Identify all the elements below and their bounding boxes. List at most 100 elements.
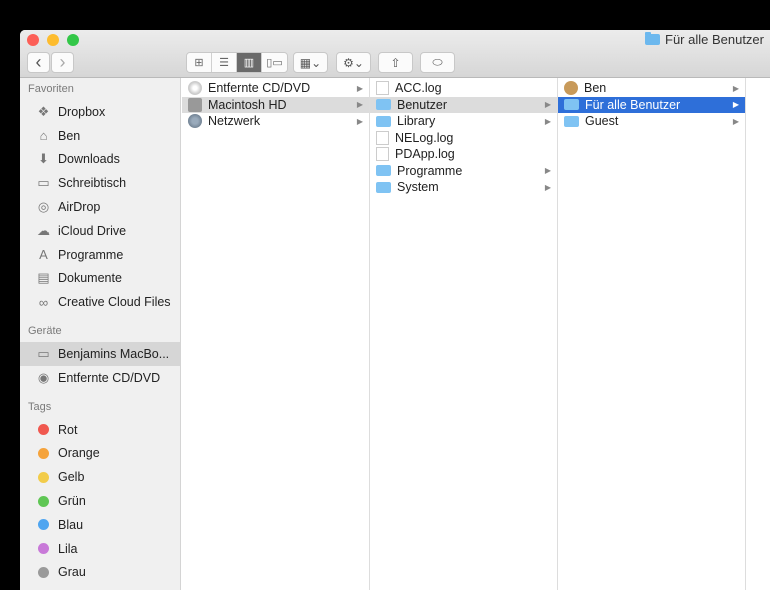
sidebar-item-label: Grün: [58, 494, 86, 509]
arrange-button[interactable]: ▦⌄: [293, 52, 328, 73]
column-item-label: Ben: [584, 81, 607, 96]
sidebar-item-label: Downloads: [58, 152, 120, 167]
column-item[interactable]: Ben ▶: [558, 80, 745, 97]
share-button[interactable]: ⇧: [378, 52, 413, 73]
disclosure-arrow-icon: ▶: [544, 116, 551, 126]
minimize-button[interactable]: [47, 34, 59, 46]
sidebar-item[interactable]: Lila: [20, 537, 180, 561]
window-title-text: Für alle Benutzer: [665, 32, 764, 47]
sidebar-item[interactable]: A Programme: [20, 243, 180, 267]
sidebar-item-label: Ben: [58, 128, 81, 143]
close-button[interactable]: [27, 34, 39, 46]
column-item[interactable]: NELog.log: [370, 130, 557, 147]
disclosure-arrow-icon: ▶: [544, 100, 551, 110]
disclosure-arrow-icon: ▶: [356, 83, 363, 93]
column-item-label: ACC.log: [395, 81, 442, 96]
sidebar-item[interactable]: ⬇ Downloads: [20, 148, 180, 172]
folder-icon: [376, 115, 391, 127]
browser-column: Entfernte CD/DVD ▶ Macintosh HD ▶ Netzwerk ▶: [182, 78, 370, 590]
browser-column: ACC.log Benutzer ▶ Library ▶ NELog.log PDApp.l…: [370, 78, 558, 590]
column-item[interactable]: Entfernte CD/DVD ▶: [182, 80, 369, 97]
sidebar-section-header: Tags: [28, 400, 52, 413]
tag-color-dot-icon: [38, 566, 49, 578]
sidebar-item[interactable]: ▤ Dokumente: [20, 267, 180, 291]
column-item-label: Für alle Benutzer: [585, 97, 681, 112]
column-item[interactable]: Library ▶: [370, 113, 557, 130]
sidebar-item[interactable]: ☁ iCloud Drive: [20, 219, 180, 243]
sidebar-item[interactable]: Grün: [20, 489, 180, 513]
column-item[interactable]: Benutzer ▶: [370, 96, 557, 113]
column-item[interactable]: Programme ▶: [370, 163, 557, 180]
sidebar-item[interactable]: ❖ Dropbox: [20, 100, 180, 124]
sidebar-item-label: Grau: [58, 565, 86, 580]
sidebar-item-label: Rot: [58, 422, 78, 437]
tags-button[interactable]: ⬭: [420, 52, 455, 73]
column-view-button[interactable]: ▥: [237, 53, 262, 72]
sidebar-item-icon: ▭: [37, 346, 50, 362]
sidebar-item-icon: ▤: [37, 270, 50, 286]
list-view-button[interactable]: ☰: [212, 53, 237, 72]
sidebar-item-label: iCloud Drive: [58, 223, 127, 238]
sidebar-item-label: Benjamins MacBo...: [58, 347, 170, 362]
sidebar-item-icon: ⬇: [38, 151, 49, 167]
sidebar-item[interactable]: ◎ AirDrop: [20, 195, 180, 219]
disclosure-arrow-icon: ▶: [544, 182, 551, 192]
column-item-label: Entfernte CD/DVD: [208, 81, 311, 96]
sidebar-item-label: Blau: [58, 517, 84, 532]
sidebar-item-label: Lila: [58, 541, 78, 556]
folder-icon: [564, 99, 579, 111]
column-item[interactable]: Guest ▶: [558, 113, 745, 130]
sidebar-item[interactable]: ⌂ Ben: [20, 124, 180, 148]
disclosure-arrow-icon: ▶: [356, 116, 363, 126]
back-button[interactable]: ‹: [27, 52, 50, 73]
column-item-label: System: [397, 180, 439, 195]
column-item[interactable]: Für alle Benutzer ▶: [558, 96, 745, 113]
folder-icon: [376, 181, 391, 193]
sidebar-item-label: Schreibtisch: [58, 176, 127, 191]
sidebar-item[interactable]: ▭ Benjamins MacBo...: [20, 342, 180, 366]
coverflow-view-button[interactable]: ▯▭: [262, 53, 287, 72]
sidebar-item-label: Dokumente: [58, 271, 122, 286]
tag-color-dot-icon: [38, 447, 49, 459]
sidebar-item[interactable]: ▭ Schreibtisch: [20, 171, 180, 195]
sidebar-item-icon: A: [39, 247, 48, 263]
sidebar-item-icon: ◉: [37, 369, 50, 385]
sidebar-item[interactable]: Grau: [20, 561, 180, 585]
column-item-label: Guest: [585, 114, 619, 129]
sidebar-item[interactable]: ◉ Entfernte CD/DVD: [20, 366, 180, 390]
cd-icon: [188, 81, 202, 96]
icon-view-button[interactable]: ⊞: [187, 53, 212, 72]
sidebar-item-icon: ❖: [37, 103, 50, 119]
column-item[interactable]: Netzwerk ▶: [182, 113, 369, 130]
tag-color-dot-icon: [38, 519, 49, 531]
sidebar-item-label: Dropbox: [58, 104, 106, 119]
column-item-label: Library: [397, 114, 436, 129]
column-item[interactable]: PDApp.log: [370, 146, 557, 163]
disclosure-arrow-icon: ▶: [732, 100, 739, 110]
sidebar-item[interactable]: Gelb: [20, 465, 180, 489]
column-item[interactable]: Macintosh HD ▶: [182, 96, 369, 113]
file-icon: [376, 147, 389, 162]
tag-color-dot-icon: [38, 424, 49, 436]
sidebar-item-label: AirDrop: [58, 200, 101, 215]
sidebar-item[interactable]: Blau: [20, 513, 180, 537]
sidebar: Favoriten ❖ Dropbox ⌂ Ben ⬇ Downloads ▭ Schreibt…: [20, 78, 181, 590]
sidebar-item[interactable]: ∞ Creative Cloud Files: [20, 290, 180, 314]
sidebar-item-label: Gelb: [58, 470, 85, 485]
sidebar-item[interactable]: Orange: [20, 442, 180, 466]
zoom-button[interactable]: [67, 34, 79, 46]
sidebar-item[interactable]: Rot: [20, 418, 180, 442]
column-item[interactable]: System ▶: [370, 179, 557, 196]
tag-color-dot-icon: [38, 543, 49, 555]
column-item[interactable]: ACC.log: [370, 80, 557, 97]
sidebar-item-icon: ∞: [38, 294, 49, 310]
forward-button[interactable]: ›: [51, 52, 74, 73]
column-item-label: NELog.log: [395, 130, 454, 145]
folder-icon: [645, 32, 660, 45]
column-item-label: Programme: [397, 163, 463, 178]
action-button[interactable]: ⚙⌄: [336, 52, 371, 73]
home-icon: [564, 81, 578, 96]
folder-icon: [564, 115, 579, 127]
net-icon: [188, 114, 202, 129]
disclosure-arrow-icon: ▶: [356, 100, 363, 110]
